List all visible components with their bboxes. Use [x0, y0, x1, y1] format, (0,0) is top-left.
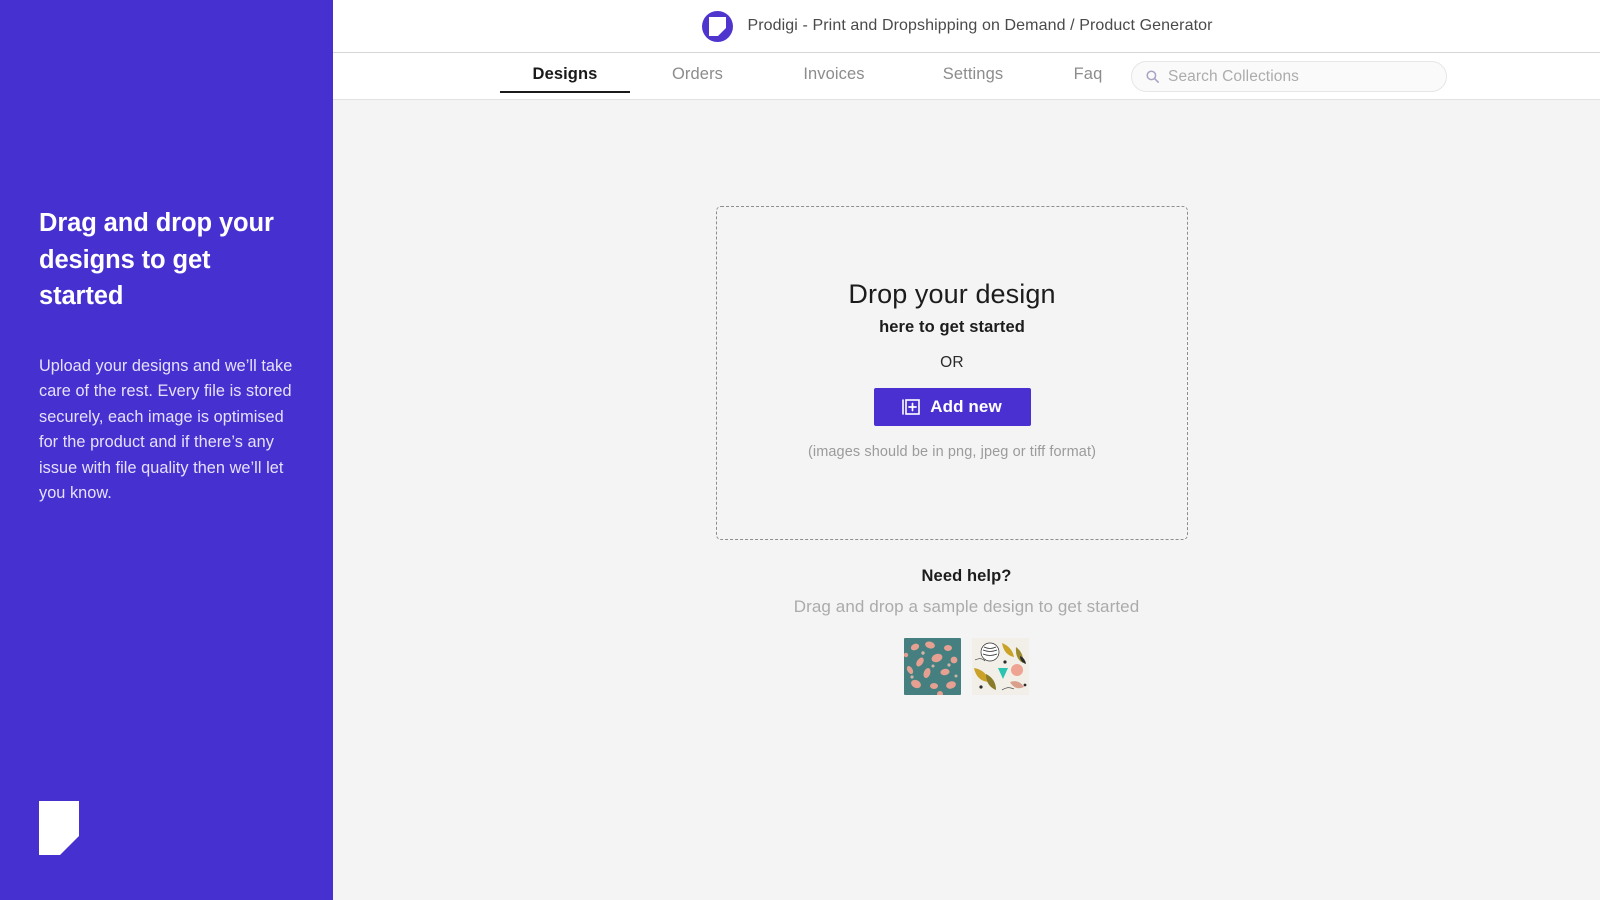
- prodigi-circle-logo-icon: [702, 11, 733, 42]
- sidebar-content: Drag and drop your designs to get starte…: [39, 205, 297, 507]
- tab-faq[interactable]: Faq: [1043, 53, 1133, 100]
- sidebar-description: Upload your designs and we’ll take care …: [39, 354, 297, 508]
- dropzone-formats-note: (images should be in png, jpeg or tiff f…: [808, 444, 1096, 460]
- sample-designs-list: [904, 638, 1029, 695]
- design-dropzone[interactable]: Drop your design here to get started OR …: [716, 206, 1188, 540]
- tropical-leaves-sample[interactable]: [972, 638, 1029, 695]
- help-subtitle: Drag and drop a sample design to get sta…: [794, 597, 1140, 617]
- dropzone-or-label: OR: [940, 354, 964, 372]
- tab-invoices[interactable]: Invoices: [765, 53, 903, 100]
- search-collections-input[interactable]: Search Collections: [1131, 61, 1447, 92]
- tab-settings[interactable]: Settings: [903, 53, 1043, 100]
- add-square-icon: [902, 398, 920, 416]
- floral-teal-sample[interactable]: [904, 638, 961, 695]
- tab-designs[interactable]: Designs: [500, 53, 630, 100]
- help-section: Need help? Drag and drop a sample design…: [333, 567, 1600, 695]
- search-placeholder: Search Collections: [1168, 68, 1299, 86]
- window-titlebar: Prodigi - Print and Dropshipping on Dema…: [333, 0, 1600, 53]
- search-icon: [1146, 70, 1159, 83]
- sidebar-heading: Drag and drop your designs to get starte…: [39, 205, 297, 315]
- page-title: Prodigi - Print and Dropshipping on Dema…: [747, 17, 1212, 35]
- tab-list: Designs Orders Invoices Settings Faq: [500, 53, 1133, 100]
- sidebar: Drag and drop your designs to get starte…: [0, 0, 333, 900]
- tab-orders[interactable]: Orders: [630, 53, 765, 100]
- prodigi-page-logo-icon: [39, 801, 79, 855]
- app-root: Drag and drop your designs to get starte…: [0, 0, 1600, 900]
- dropzone-title: Drop your design: [848, 279, 1055, 310]
- primary-navbar: Designs Orders Invoices Settings Faq Sea…: [333, 53, 1600, 100]
- content-area: Drop your design here to get started OR …: [333, 100, 1600, 900]
- main-area: Prodigi - Print and Dropshipping on Dema…: [333, 0, 1600, 900]
- titlebar-inner: Prodigi - Print and Dropshipping on Dema…: [702, 11, 1212, 42]
- dropzone-subtitle: here to get started: [879, 318, 1025, 337]
- add-new-button[interactable]: Add new: [874, 388, 1031, 426]
- help-title: Need help?: [922, 567, 1012, 586]
- add-new-button-label: Add new: [930, 397, 1002, 417]
